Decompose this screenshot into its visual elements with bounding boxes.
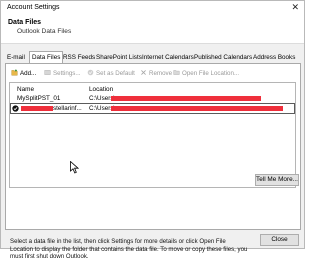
window-title: Account Settings <box>7 4 60 11</box>
data-files-list: Name Location MySplitPST_01 C:\Users\ st… <box>9 82 296 188</box>
tab-rss-feeds[interactable]: RSS Feeds <box>61 53 97 63</box>
title-bar: Account Settings ✕ <box>1 1 304 15</box>
default-check-icon <box>12 105 19 112</box>
add-button[interactable]: Add... <box>11 69 36 79</box>
list-item[interactable]: MySplitPST_01 C:\Users\ <box>10 94 295 103</box>
redaction-bar <box>21 106 53 111</box>
tell-me-more-button[interactable]: Tell Me More... <box>255 174 299 186</box>
header-subtitle: Outlook Data Files <box>17 28 72 35</box>
column-header-name[interactable]: Name <box>17 86 34 93</box>
file-name: stellarinf... <box>53 105 82 112</box>
remove-label: Remove <box>149 70 173 77</box>
tab-sharepoint-lists[interactable]: SharePoint Lists <box>94 53 144 63</box>
open-file-location-button[interactable]: Open File Location... <box>173 69 239 79</box>
set-as-default-button[interactable]: Set as Default <box>87 69 135 79</box>
tab-email[interactable]: E-mail <box>5 53 27 63</box>
help-description: Select a data file in the list, then cli… <box>10 238 248 260</box>
tab-address-books[interactable]: Address Books <box>251 53 297 63</box>
list-item-selected[interactable]: stellarinf... C:\Users\ <box>10 103 295 114</box>
account-settings-dialog: Account Settings ✕ Data Files Outlook Da… <box>0 0 305 260</box>
data-files-panel: Add... Settings... Set as Default Remove… <box>5 63 301 260</box>
tab-internet-calendars[interactable]: Internet Calendars <box>140 53 196 63</box>
column-header-location[interactable]: Location <box>89 86 113 93</box>
settings-icon <box>44 70 51 75</box>
remove-button[interactable]: Remove <box>140 69 172 79</box>
check-circle-icon <box>87 69 94 76</box>
header-title: Data Files <box>8 19 42 26</box>
set-as-default-label: Set as Default <box>96 70 135 77</box>
settings-label: Settings... <box>53 70 81 77</box>
dialog-header: Data Files Outlook Data Files <box>1 15 304 44</box>
close-icon[interactable]: ✕ <box>291 3 299 12</box>
tab-strip: E-mail Data Files RSS Feeds SharePoint L… <box>5 51 300 64</box>
add-label: Add... <box>20 70 37 77</box>
close-button[interactable]: Close <box>260 234 299 246</box>
file-name: MySplitPST_01 <box>17 95 61 102</box>
add-icon <box>11 69 18 76</box>
settings-button[interactable]: Settings... <box>44 69 81 79</box>
open-file-location-label: Open File Location... <box>182 70 240 77</box>
mouse-pointer-icon <box>70 161 79 174</box>
folder-icon <box>173 70 180 75</box>
tab-published-calendars[interactable]: Published Calendars <box>192 53 254 63</box>
redaction-bar <box>111 96 261 101</box>
remove-icon <box>141 70 146 75</box>
redaction-bar <box>111 106 283 111</box>
